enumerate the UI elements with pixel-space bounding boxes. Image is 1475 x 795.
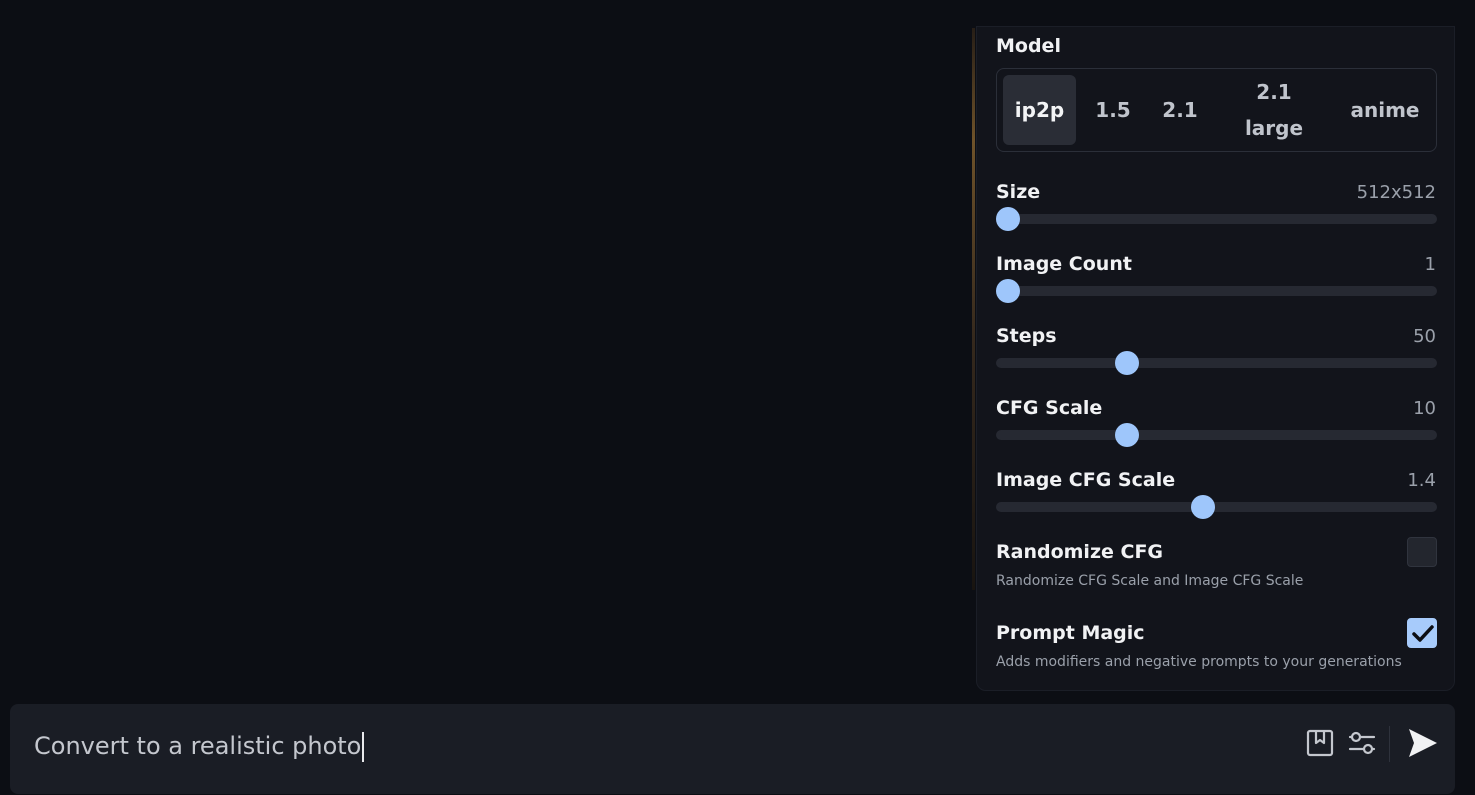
- steps-slider-knob[interactable]: [1114, 351, 1139, 375]
- image-count-slider-knob[interactable]: [995, 279, 1020, 303]
- cfg-scale-slider[interactable]: [996, 423, 1437, 447]
- steps-label: Steps: [996, 325, 1057, 347]
- size-label: Size: [996, 181, 1041, 203]
- image-edge-strip: [972, 28, 975, 590]
- size-slider-knob[interactable]: [995, 207, 1020, 231]
- prompt-magic-label: Prompt Magic: [996, 622, 1145, 644]
- model-option-2-1[interactable]: 2.1: [1149, 75, 1211, 145]
- bookmark-icon[interactable]: [1305, 728, 1335, 758]
- model-option-2-1-large[interactable]: 2.1 large: [1219, 75, 1329, 145]
- size-slider[interactable]: [995, 207, 1437, 231]
- image-cfg-scale-value: 1.4: [1407, 470, 1436, 491]
- image-count-value: 1: [1424, 254, 1436, 275]
- image-cfg-scale-slider[interactable]: [996, 495, 1437, 519]
- cfg-scale-slider-knob[interactable]: [1114, 423, 1139, 447]
- cfg-scale-label: CFG Scale: [996, 397, 1103, 419]
- image-count-slider[interactable]: [995, 279, 1437, 303]
- randomize-cfg-description: Randomize CFG Scale and Image CFG Scale: [996, 573, 1304, 589]
- image-count-label: Image Count: [996, 253, 1132, 275]
- sliders-icon[interactable]: [1347, 728, 1377, 758]
- steps-slider[interactable]: [996, 351, 1437, 375]
- model-selector: ip2p 1.5 2.1 2.1 large anime: [996, 68, 1437, 152]
- model-label: Model: [996, 35, 1061, 57]
- prompt-input[interactable]: Convert to a realistic photo: [34, 726, 1134, 766]
- image-cfg-scale-slider-knob[interactable]: [1190, 495, 1215, 519]
- text-caret: [362, 732, 365, 762]
- model-option-1-5[interactable]: 1.5: [1082, 75, 1144, 145]
- check-icon: [1412, 625, 1434, 642]
- toolbar-divider: [1389, 726, 1390, 762]
- size-value: 512x512: [1356, 182, 1436, 203]
- steps-value: 50: [1413, 326, 1436, 347]
- randomize-cfg-label: Randomize CFG: [996, 541, 1164, 563]
- randomize-cfg-checkbox[interactable]: [1407, 537, 1437, 567]
- send-icon[interactable]: [1406, 726, 1440, 760]
- cfg-scale-value: 10: [1413, 398, 1436, 419]
- prompt-text: Convert to a realistic photo: [34, 732, 362, 760]
- settings-panel: Model ip2p 1.5 2.1 2.1 large anime Size …: [976, 26, 1455, 691]
- image-cfg-scale-label: Image CFG Scale: [996, 469, 1176, 491]
- prompt-magic-checkbox[interactable]: [1407, 618, 1437, 648]
- model-option-anime[interactable]: anime: [1337, 75, 1433, 145]
- prompt-magic-description: Adds modifiers and negative prompts to y…: [996, 654, 1402, 670]
- model-option-ip2p[interactable]: ip2p: [1003, 75, 1076, 145]
- prompt-bar: Convert to a realistic photo: [10, 704, 1455, 794]
